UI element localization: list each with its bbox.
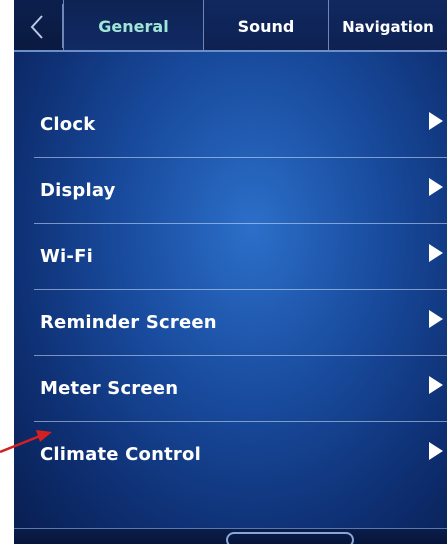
menu-item-wifi[interactable]: Wi-Fi (34, 224, 447, 290)
settings-screen: General Sound Navigation Clock Display W… (14, 0, 447, 544)
red-arrow-icon (0, 430, 52, 454)
menu-item-display[interactable]: Display (34, 158, 447, 224)
chevron-right-icon (429, 244, 443, 262)
menu-item-label: Meter Screen (40, 378, 179, 399)
bottom-button[interactable] (226, 532, 354, 544)
menu-item-label: Display (40, 180, 116, 201)
menu-item-climate-control[interactable]: Climate Control (34, 422, 447, 488)
tab-bar: General Sound Navigation (14, 0, 447, 52)
menu-item-meter-screen[interactable]: Meter Screen (34, 356, 447, 422)
back-button[interactable] (14, 4, 63, 48)
menu-item-label: Wi-Fi (40, 246, 93, 267)
menu-item-label: Clock (40, 114, 96, 135)
tab-sound[interactable]: Sound (204, 0, 329, 50)
chevron-left-icon (30, 15, 43, 39)
menu-item-label: Reminder Screen (40, 312, 217, 333)
chevron-right-icon (429, 442, 443, 460)
menu-item-clock[interactable]: Clock (34, 92, 447, 158)
chevron-right-icon (429, 178, 443, 196)
tab-general[interactable]: General (63, 0, 204, 50)
chevron-right-icon (429, 112, 443, 130)
settings-menu: Clock Display Wi-Fi Reminder Screen Mete… (34, 92, 447, 488)
tab-navigation[interactable]: Navigation (329, 0, 447, 50)
chevron-right-icon (429, 310, 443, 328)
menu-item-reminder-screen[interactable]: Reminder Screen (34, 290, 447, 356)
menu-item-label: Climate Control (40, 444, 201, 465)
chevron-right-icon (429, 376, 443, 394)
